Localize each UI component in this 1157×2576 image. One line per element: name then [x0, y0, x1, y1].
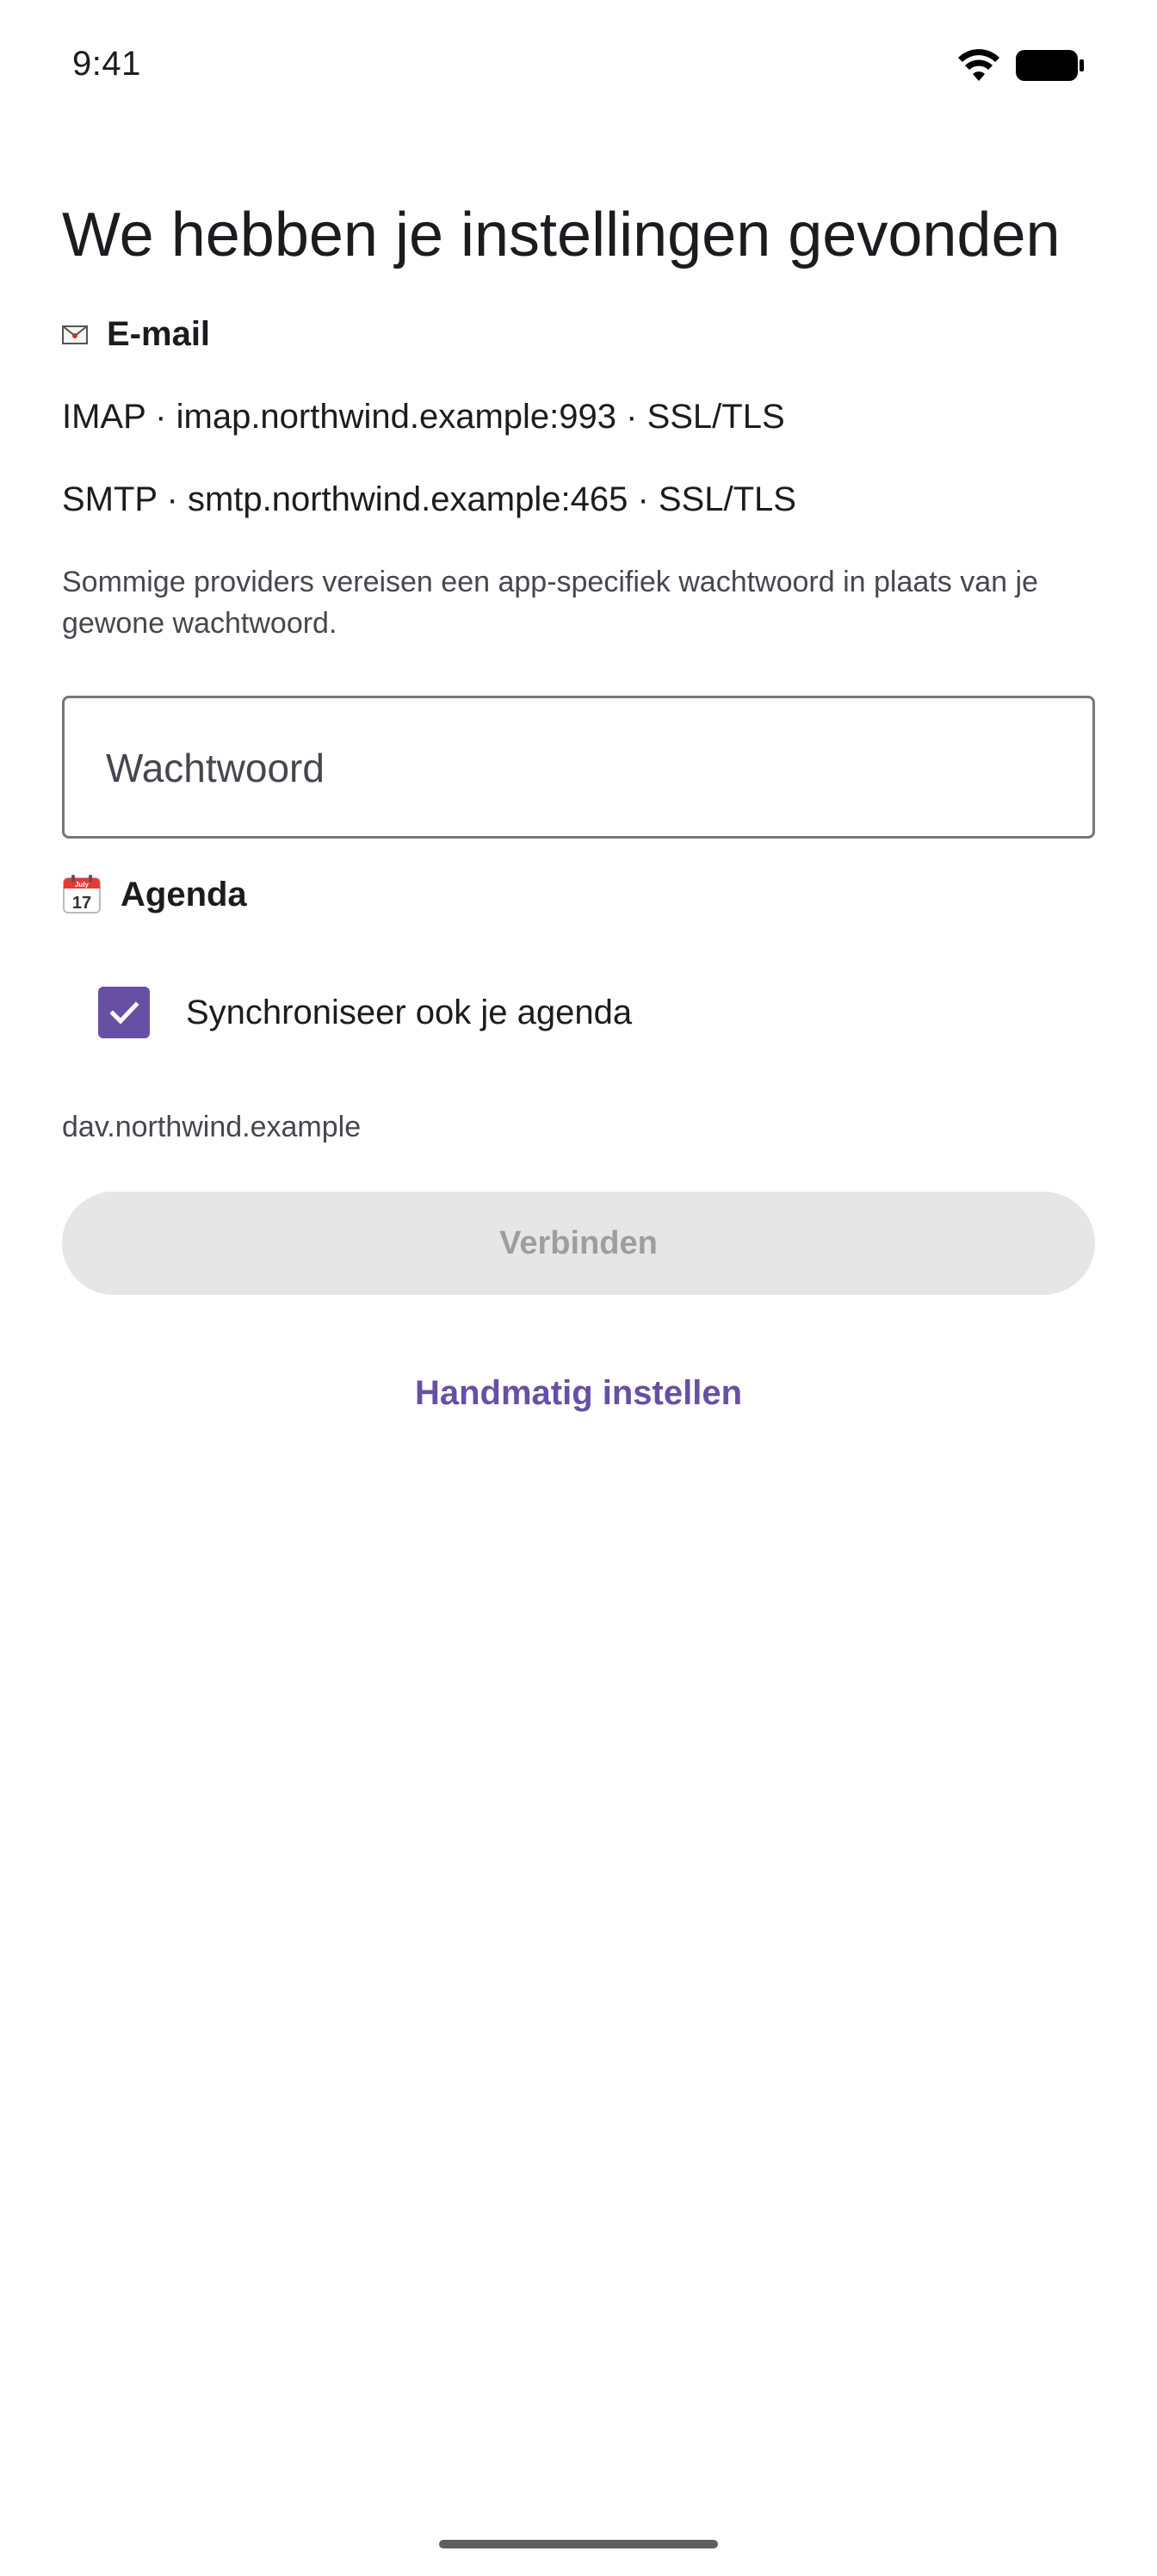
manual-setup-link[interactable]: Handmatig instellen [62, 1374, 1095, 1413]
checkmark-icon [109, 1001, 139, 1025]
page-title: We hebben je instellingen gevonden [62, 201, 1061, 269]
imap-settings: IMAP · imap.northwind.example:993 · SSL/… [62, 398, 785, 436]
agenda-section-label: Agenda [121, 875, 247, 913]
password-input[interactable] [104, 698, 1055, 838]
calendar-icon-day: 17 [72, 894, 91, 913]
agenda-section-header: July 17 Agenda [62, 875, 247, 914]
status-icons [957, 48, 1085, 83]
smtp-settings: SMTP · smtp.northwind.example:465 · SSL/… [62, 480, 796, 518]
email-section-label: E-mail [107, 315, 211, 353]
sync-calendar-row[interactable]: Synchroniseer ook je agenda [98, 987, 632, 1038]
password-field[interactable] [62, 696, 1095, 839]
dav-host: dav.northwind.example [62, 1111, 362, 1143]
home-indicator[interactable] [439, 2540, 718, 2548]
calendar-icon: July 17 [63, 875, 101, 913]
sync-calendar-label: Synchroniseer ook je agenda [186, 993, 633, 1031]
battery-icon [1016, 50, 1084, 81]
sync-calendar-checkbox[interactable] [98, 987, 150, 1038]
status-bar: 9:41 [0, 0, 1157, 134]
status-time: 9:41 [72, 45, 141, 83]
calendar-icon-month: July [75, 881, 90, 889]
envelope-icon [62, 325, 88, 344]
email-section-header: E-mail [62, 315, 210, 354]
wifi-icon [958, 49, 999, 81]
app-password-hint: Sommige providers vereisen een app-speci… [62, 566, 1038, 640]
connect-button[interactable]: Verbinden [62, 1192, 1095, 1295]
